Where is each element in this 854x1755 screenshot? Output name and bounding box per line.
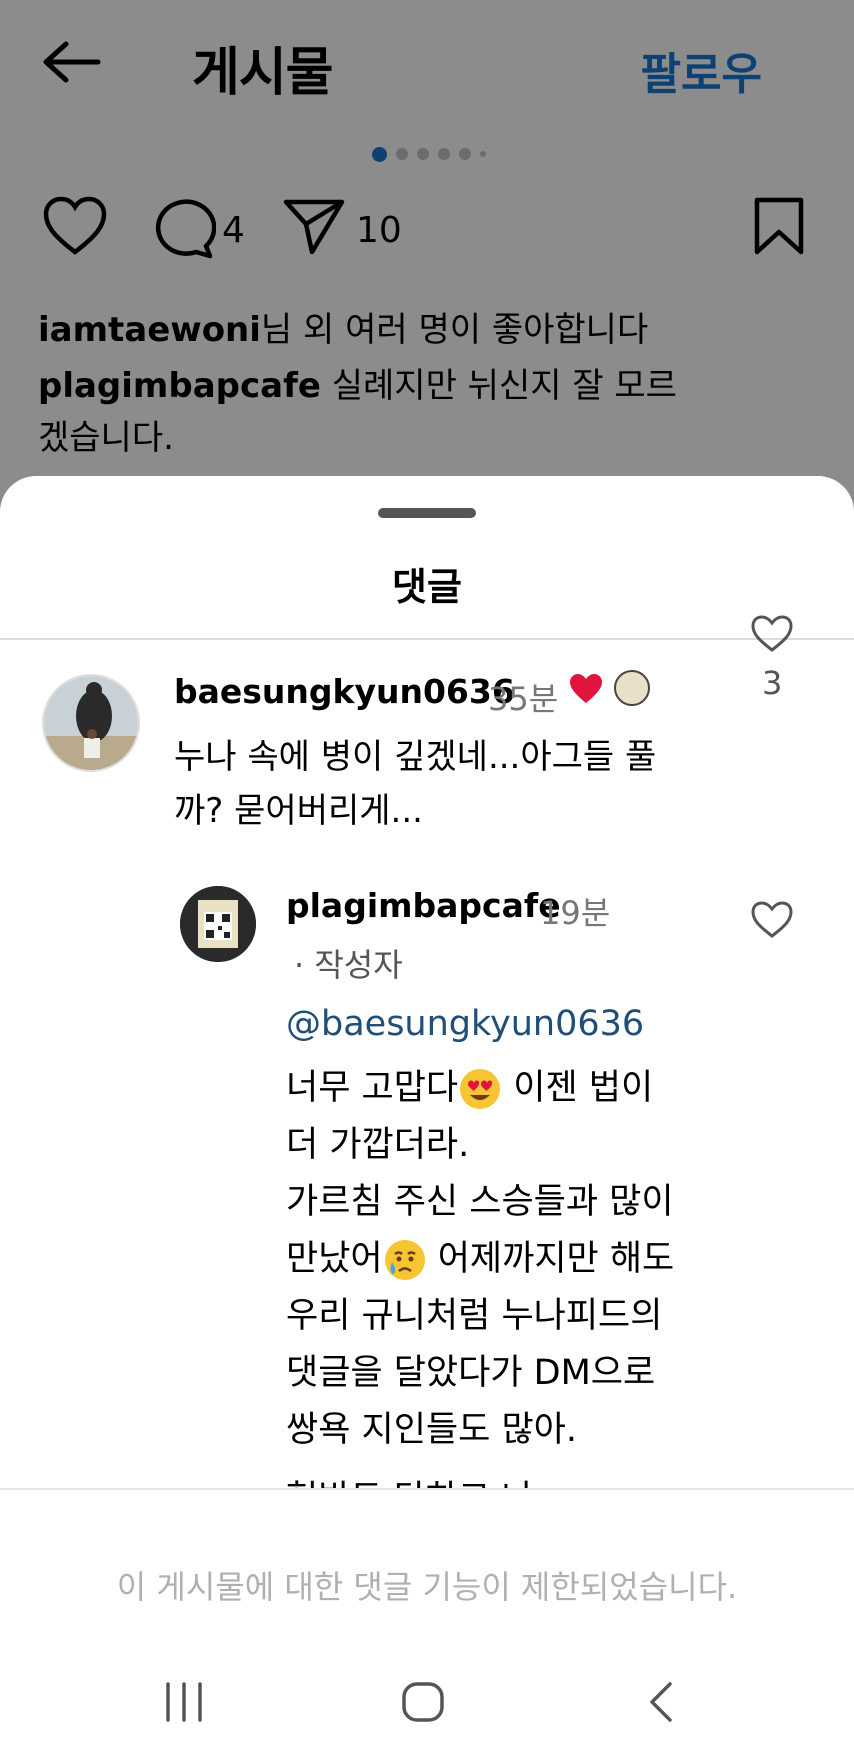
reply-text: 너무 고맙다 이젠 법이 더 가깝더라. 가르침 주신 스승들과 많이 만났어 … (286, 1060, 726, 1459)
system-navigation-bar (0, 1640, 854, 1755)
qr-avatar-icon (180, 886, 256, 962)
divider (0, 638, 854, 640)
reply-line: 가르침 주신 스승들과 많이 (286, 1182, 674, 1222)
drag-handle[interactable] (378, 508, 476, 518)
reply-line: 너무 고맙다 이젠 법이 (286, 1060, 726, 1117)
reply-text-segment: 만났어 (286, 1239, 383, 1279)
comment-like-icon[interactable] (750, 614, 794, 654)
sheet-title: 댓글 (392, 565, 462, 609)
reply-line: 우리 규니처럼 누나피드의 (286, 1296, 663, 1336)
avatar-photo-icon (44, 676, 138, 770)
reply-line: 만났어 어제까지만 해도 (286, 1231, 726, 1288)
author-mini-avatar (614, 670, 650, 706)
comments-sheet: 댓글 baesungkyun0636 35분 누나 속에 병이 깊겠네...아그… (0, 476, 854, 1755)
crying-emoji-icon (384, 1240, 425, 1280)
mention-link[interactable]: @baesungkyun0636 (286, 1004, 644, 1044)
reply-text-segment: 너무 고맙다 (286, 1068, 459, 1108)
nav-back-icon[interactable] (646, 1680, 676, 1724)
comments-restricted-notice: 이 게시물에 대한 댓글 기능이 제한되었습니다. (116, 1568, 738, 1606)
reply-text-segment: 어제까지만 해도 (426, 1239, 675, 1279)
comment-username[interactable]: baesungkyun0636 (174, 672, 515, 711)
reply-avatar[interactable] (180, 886, 256, 962)
heart-filled-icon (570, 674, 602, 703)
comment-text: 누나 속에 병이 깊겠네...아그들 풀까? 묻어버리게... (174, 737, 657, 831)
reply-line: 더 가깝더라. (286, 1125, 470, 1165)
reply-time: 19분 (540, 894, 611, 932)
recent-apps-icon[interactable] (162, 1680, 206, 1724)
comment-like-count: 3 (762, 664, 783, 702)
heart-eyes-emoji-icon (460, 1069, 501, 1109)
reply-username[interactable]: plagimbapcafe (286, 886, 561, 925)
reply-line-partial: 협박도 당하고 나 (286, 1470, 586, 1488)
avatar[interactable] (42, 674, 140, 772)
reply-line: 쌍욕 지인들도 많아. (286, 1410, 577, 1450)
home-icon[interactable] (400, 1680, 446, 1724)
reply-line: 댓글을 달았다가 DM으로 (286, 1353, 656, 1393)
reply-text-segment: 이젠 법이 (502, 1068, 654, 1108)
reply-like-icon[interactable] (750, 900, 794, 940)
author-tag: · 작성자 (294, 946, 403, 984)
comment-time: 35분 (488, 680, 559, 718)
